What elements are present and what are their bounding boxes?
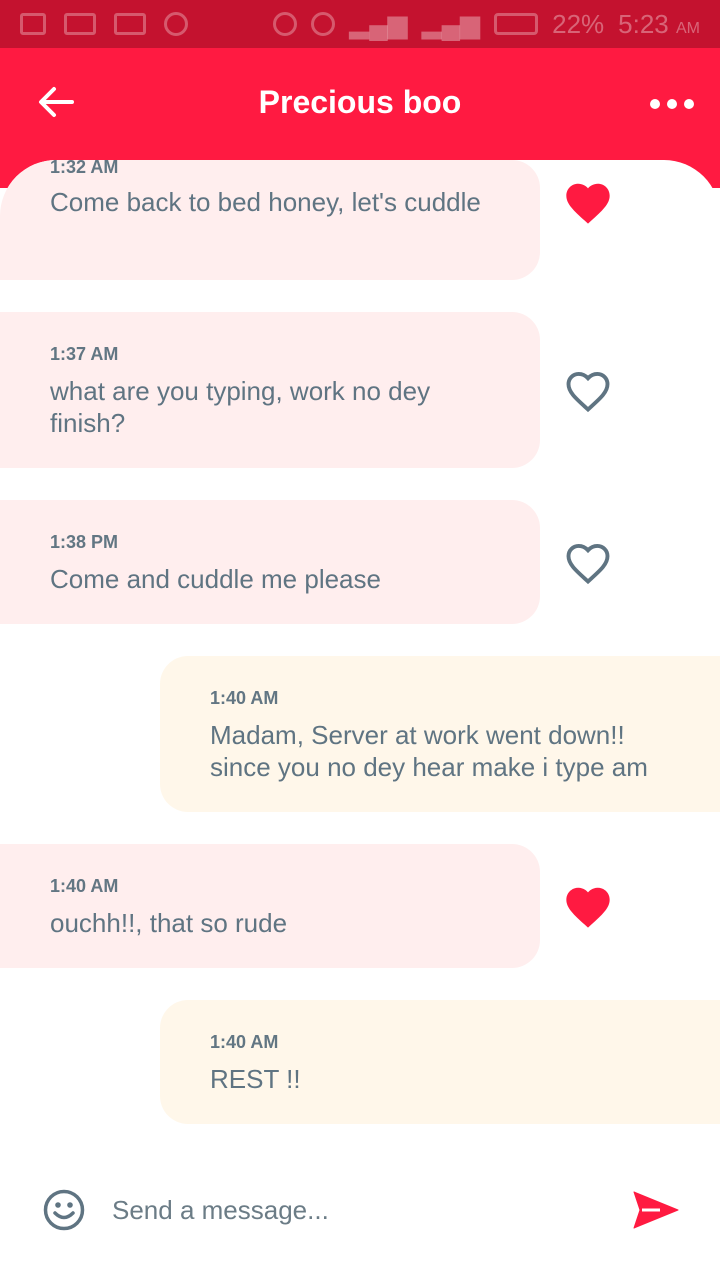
message-composer [0,1160,720,1260]
alarm-icon [311,12,336,36]
more-options-button[interactable] [650,90,694,118]
emoji-icon[interactable] [42,1188,86,1232]
dot-icon [650,99,660,109]
outgoing-message: 1:40 AM REST !! [160,1000,720,1124]
message-input[interactable] [112,1188,592,1232]
video-icon [64,13,96,35]
heart-outline-icon[interactable] [562,538,614,586]
do-not-disturb-icon [273,12,298,36]
gallery-icon [20,13,46,35]
incoming-message: 1:37 AM what are you typing, work no dey… [0,312,540,468]
signal-icon: ▂▄▆ [349,8,408,39]
message-text: Come and cuddle me please [50,564,381,594]
incoming-message: 1:32 AM Come back to bed honey, let's cu… [0,160,540,280]
incoming-message: 1:40 AM ouchh!!, that so rude [0,844,540,968]
message-time: 1:40 AM [210,688,279,708]
heart-filled-icon[interactable] [562,882,614,930]
message-text: Come back to bed honey, let's cuddle [50,187,481,217]
message-time: 1:38 PM [50,532,119,552]
signal-2-icon: ▂▄▆ [421,8,481,39]
outgoing-message: 1:40 AM Madam, Server at work went down!… [160,656,720,812]
heart-outline-icon[interactable] [562,366,614,414]
clock-time: 5:23 [618,8,669,39]
notification-icons [20,12,188,36]
message-text: REST !! [210,1064,301,1094]
dot-icon [667,99,677,109]
battery-icon [494,13,539,35]
keyboard-icon [114,13,146,35]
battery-percent: 22% [552,8,605,39]
message-text: ouchh!!, that so rude [50,908,288,938]
message-time: 1:40 AM [50,876,119,896]
message-list[interactable]: 1:32 AM Come back to bed honey, let's cu… [0,160,720,1280]
status-bar: ▂▄▆ ▂▄▆ 22% 5:23 AM [0,0,720,48]
app-notification-icon [164,12,188,36]
message-time: 1:40 AM [210,1032,279,1052]
heart-filled-icon[interactable] [562,178,614,226]
dot-icon [684,99,694,109]
message-text: Madam, Server at work went down!! since … [210,720,648,782]
incoming-message: 1:38 PM Come and cuddle me please [0,500,540,624]
system-icons: ▂▄▆ ▂▄▆ 22% 5:23 AM [273,9,700,40]
message-time: 1:37 AM [50,344,119,364]
message-time: 1:32 AM [50,160,119,177]
clock: 5:23 AM [618,9,700,40]
clock-ampm: AM [676,19,700,37]
page-title: Precious boo [258,84,462,120]
message-text: what are you typing, work no dey finish? [50,376,431,438]
send-icon[interactable] [632,1190,680,1230]
